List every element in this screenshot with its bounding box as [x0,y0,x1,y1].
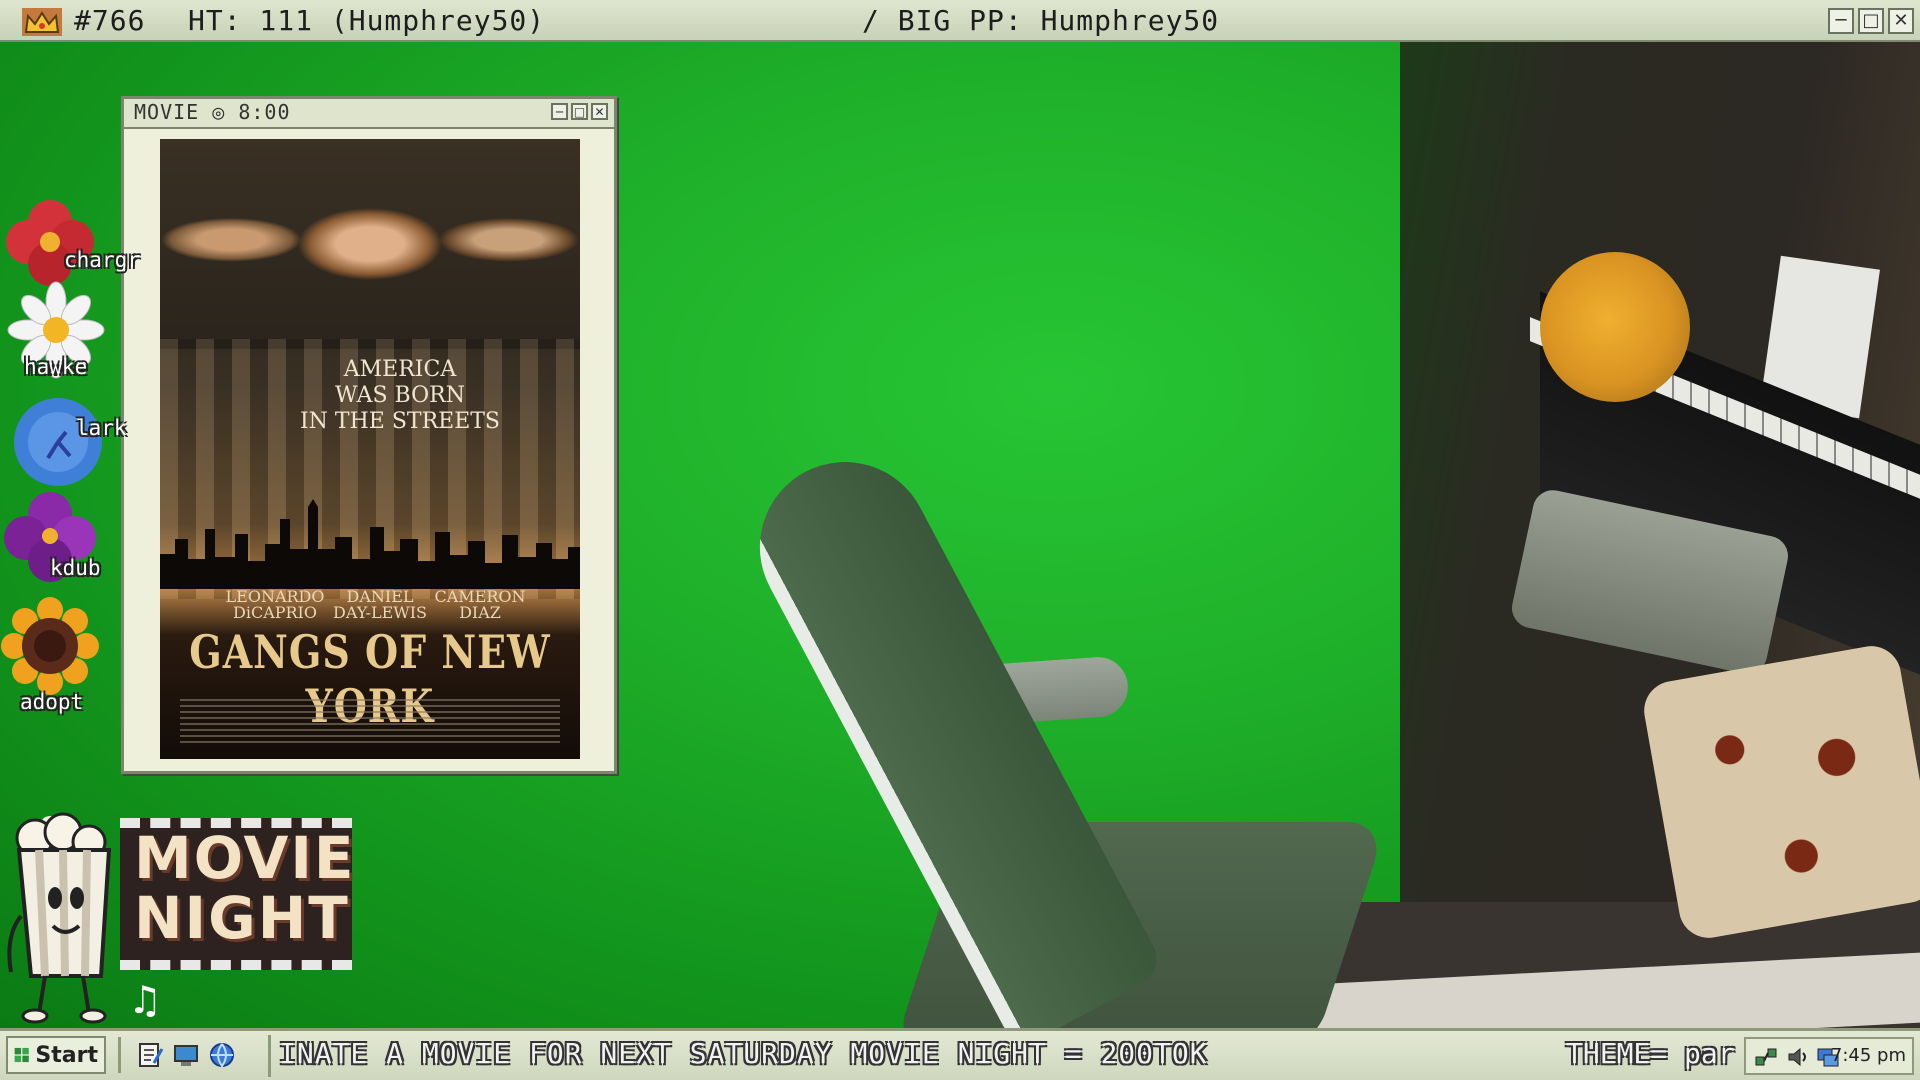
movie-close-button[interactable]: ✕ [591,103,608,120]
browser-icon[interactable] [208,1041,236,1069]
maximize-icon: □ [1862,10,1880,31]
desktop-icon[interactable] [172,1041,200,1069]
movie-poster: AMERICA WAS BORN IN THE STREETS LEONARDO… [160,139,580,759]
hype-train-text: HT: 111 (Humphrey50) [188,4,546,37]
maximize-icon: □ [573,104,586,119]
movie-night-line2: NIGHT [134,884,350,952]
flower-chargr [0,192,100,292]
minimize-button[interactable]: ─ [1828,8,1854,34]
theme-ticker: THEME= par [1560,1035,1740,1077]
big-pp-text: / BIG PP: Humphrey50 [862,4,1220,37]
poster-cast-name: CAMERON DIAZ [434,587,526,622]
poster-skyline [160,499,580,589]
poster-cast-name: DANIEL DAY-LEWIS [333,587,427,622]
plush-toy [1540,252,1690,402]
start-button[interactable]: Start [6,1036,106,1074]
blue-flower-icon [14,398,102,486]
poster-credits-block [180,699,560,743]
close-icon: ✕ [1893,10,1909,31]
sunflower-icon [1,597,99,695]
close-icon: ✕ [594,104,605,119]
theme-text: THEME= par [1566,1037,1735,1070]
start-icon [14,1047,29,1063]
poster-faces [160,139,580,349]
red-flower-icon [6,200,94,286]
flower-label-lark: lark [76,416,127,440]
crown-icon [22,8,62,36]
movie-window-title: MOVIE ◎ 8:00 [134,100,291,124]
movie-window[interactable]: MOVIE ◎ 8:00 ─ □ ✕ AMERICA WAS BORN IN T… [121,96,617,774]
music-note-icon: ♫ [128,978,163,1022]
flower-label-adopt: adopt [20,690,84,714]
maximize-button[interactable]: □ [1858,8,1884,34]
minimize-icon: ─ [1835,10,1847,31]
poster-cast-name: LEONARDO DiCAPRIO [225,587,325,622]
movie-night-sign: MOVIE NIGHT [120,818,356,970]
popcorn-mascot-icon [7,812,112,1024]
giraffe-blanket [1639,641,1920,943]
stream-title-bar: #766 HT: 111 (Humphrey50) / BIG PP: Hump… [0,0,1920,42]
start-label: Start [35,1042,98,1068]
close-button[interactable]: ✕ [1888,8,1914,34]
movie-minimize-button[interactable]: ─ [551,103,568,120]
flower-label-hawke: hawke [24,355,88,379]
notepad-icon[interactable] [136,1041,164,1069]
taskbar-separator [118,1037,121,1073]
system-tray: 7:45 pm [1744,1037,1914,1075]
movie-night-line1: MOVIE [134,824,356,892]
rank-number: #766 [74,4,146,37]
announcement-ticker: INATE A MOVIE FOR NEXT SATURDAY MOVIE NI… [268,1035,1561,1077]
movie-window-titlebar[interactable]: MOVIE ◎ 8:00 ─ □ ✕ [124,99,614,129]
ticker-text: INATE A MOVIE FOR NEXT SATURDAY MOVIE NI… [279,1037,1208,1070]
volume-icon[interactable] [1786,1045,1810,1069]
poster-tagline: AMERICA WAS BORN IN THE STREETS [299,357,501,434]
flower-lark [8,392,108,492]
clock: 7:45 pm [1830,1045,1906,1066]
movie-maximize-button[interactable]: □ [571,103,588,120]
flower-label-chargr: chargr [64,248,140,272]
flower-label-kdub: kdub [50,556,101,580]
taskbar: Start INATE A MOVIE FOR NEXT SATURDAY MO… [0,1028,1920,1080]
flower-adopt [0,596,100,696]
minimize-icon: ─ [555,104,564,119]
network-icon[interactable] [1754,1045,1778,1069]
